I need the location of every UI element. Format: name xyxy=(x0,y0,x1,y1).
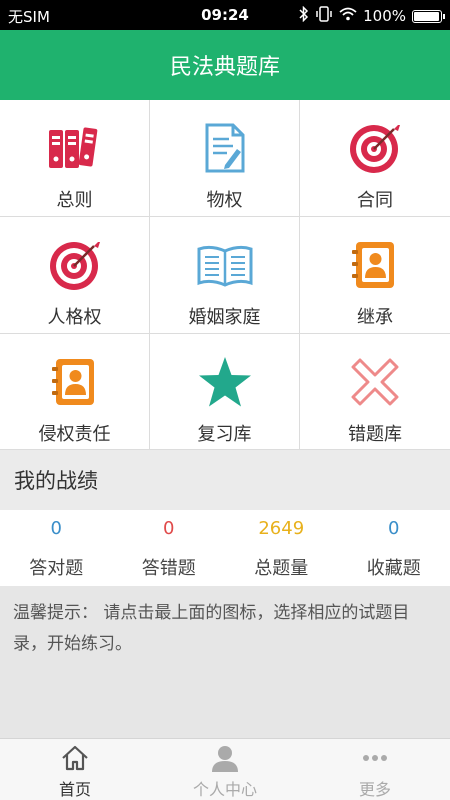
wifi-icon xyxy=(339,7,357,25)
stat-value: 0 xyxy=(163,518,175,539)
category-wrong-answers[interactable]: 错题库 xyxy=(300,334,450,450)
stat-label: 总题量 xyxy=(254,558,309,579)
record-title: 我的战绩 xyxy=(14,469,98,493)
stat-value: 2649 xyxy=(258,518,305,539)
battery-fill xyxy=(414,11,439,21)
category-label: 复习库 xyxy=(197,424,252,445)
app-header: 民法典题库 xyxy=(0,30,450,100)
nav-label: 首页 xyxy=(58,780,91,799)
x-mark-icon xyxy=(347,354,403,410)
document-edit-icon xyxy=(197,120,253,176)
contact-book-icon xyxy=(47,354,103,410)
category-property[interactable]: 物权 xyxy=(150,100,300,217)
category-general[interactable]: 总则 xyxy=(0,100,150,217)
target-icon xyxy=(347,120,403,176)
category-contract[interactable]: 合同 xyxy=(300,100,450,217)
category-review[interactable]: 复习库 xyxy=(150,334,300,450)
category-tort-liability[interactable]: 侵权责任 xyxy=(0,334,150,450)
category-label: 总则 xyxy=(56,190,93,211)
contact-book-icon xyxy=(347,237,403,293)
category-label: 人格权 xyxy=(47,307,102,328)
star-icon xyxy=(197,354,253,410)
tip-box: 温馨提示： 请点击最上面的图标，选择相应的试题目录，开始练习。 xyxy=(0,586,450,738)
bottom-nav: 首页 个人中心 更多 xyxy=(0,738,450,800)
nav-profile[interactable]: 个人中心 xyxy=(150,739,300,800)
nav-label: 更多 xyxy=(358,780,391,799)
more-icon xyxy=(360,744,390,772)
category-marriage-family[interactable]: 婚姻家庭 xyxy=(150,217,300,334)
category-label: 物权 xyxy=(206,190,243,211)
open-book-icon xyxy=(197,237,253,293)
page-title: 民法典题库 xyxy=(169,55,280,80)
target-icon xyxy=(47,237,103,293)
stat-value: 0 xyxy=(388,518,400,539)
stat-value: 0 xyxy=(50,518,62,539)
category-label: 侵权责任 xyxy=(38,424,111,445)
stat-correct[interactable]: 0 答对题 xyxy=(0,510,113,586)
home-icon xyxy=(60,744,90,772)
stat-wrong[interactable]: 0 答错题 xyxy=(113,510,226,586)
stat-label: 答错题 xyxy=(141,558,196,579)
stat-total[interactable]: 2649 总题量 xyxy=(225,510,338,586)
section-title: 我的战绩 xyxy=(0,450,450,510)
status-icons: 100% xyxy=(299,5,445,26)
category-personality-rights[interactable]: 人格权 xyxy=(0,217,150,334)
vibrate-icon xyxy=(315,6,333,26)
nav-label: 个人中心 xyxy=(192,780,257,799)
tip-text: 温馨提示： 请点击最上面的图标，选择相应的试题目录，开始练习。 xyxy=(13,603,410,654)
stat-label: 答对题 xyxy=(29,558,84,579)
binders-icon xyxy=(47,120,103,176)
category-label: 合同 xyxy=(357,190,393,211)
category-label: 错题库 xyxy=(348,424,402,445)
stat-favorites[interactable]: 0 收藏题 xyxy=(338,510,450,586)
status-bar: 无SIM 09:24 100% xyxy=(0,0,450,30)
category-label: 婚姻家庭 xyxy=(188,307,261,328)
category-label: 继承 xyxy=(357,307,393,328)
category-inheritance[interactable]: 继承 xyxy=(300,217,450,334)
battery-percent: 100% xyxy=(363,7,406,25)
stat-label: 收藏题 xyxy=(366,558,421,579)
stats-panel: 0 答对题 0 答错题 2649 总题量 0 收藏题 xyxy=(0,510,450,586)
category-grid: 总则 物权 合同 人格权 婚姻家庭 继承 侵权责任 复习库 错题库 xyxy=(0,100,450,450)
nav-home[interactable]: 首页 xyxy=(0,739,150,800)
battery-icon xyxy=(412,9,445,23)
nav-more[interactable]: 更多 xyxy=(300,739,450,800)
bluetooth-icon xyxy=(299,5,309,26)
user-icon xyxy=(210,744,240,772)
